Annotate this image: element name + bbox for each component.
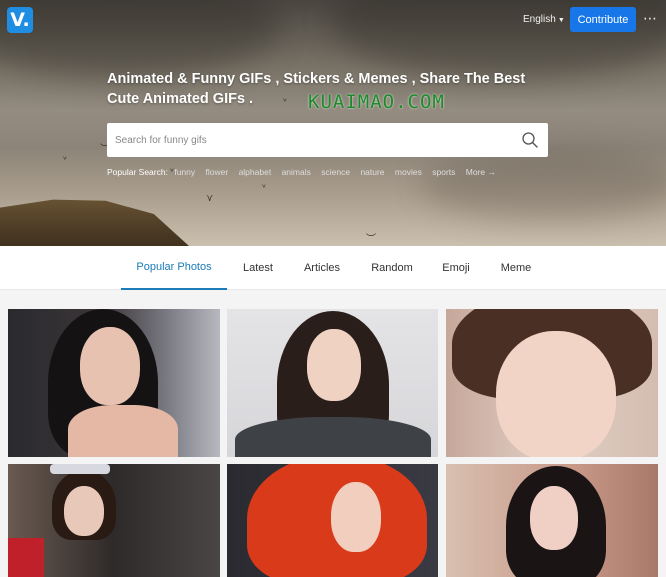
hero-cloud (0, 0, 280, 80)
tab-popular-photos[interactable]: Popular Photos (121, 246, 227, 290)
language-selector[interactable]: English ▼ (523, 14, 565, 25)
more-dots-icon[interactable]: ⋯ (643, 11, 658, 27)
popular-tag-animals[interactable]: animals (282, 167, 311, 177)
popular-more-link[interactable]: More → (466, 167, 496, 177)
popular-search-label: Popular Search: (107, 167, 168, 177)
tab-meme[interactable]: Meme (491, 246, 541, 290)
language-label: English (523, 14, 556, 25)
photo-shoulders (235, 417, 431, 457)
photo-tiara (50, 464, 110, 474)
seagull-icon: ⋎ (206, 193, 214, 204)
search-bar (107, 123, 548, 157)
photo-face (80, 327, 140, 405)
popular-tag-nature[interactable]: nature (360, 167, 384, 177)
popular-search: Popular Search: funny flower alphabet an… (107, 167, 504, 177)
photo-shoulders (68, 405, 178, 457)
photo-thumbnail[interactable] (8, 309, 220, 457)
v-logo-icon[interactable]: V. (7, 7, 33, 33)
popular-tag-funny[interactable]: funny (174, 167, 195, 177)
watermark: KUAIMAO.COM (308, 91, 445, 113)
seagull-icon: ︶ (366, 234, 376, 245)
seagull-icon: ᵛ (63, 155, 68, 166)
photo-face (307, 329, 361, 401)
photo-thumbnail[interactable] (446, 464, 658, 577)
hero-cloud (420, 150, 666, 220)
search-input[interactable] (107, 123, 521, 157)
photo-grid (0, 290, 666, 577)
photo-face (530, 486, 578, 550)
caret-down-icon: ▼ (557, 17, 565, 24)
tab-random[interactable]: Random (363, 246, 421, 290)
hero-banner: ︶ ᵛ ⋎ ᵛ ︶ ᵛ ᵛ V. English ▼ Contribute ⋯ A… (0, 0, 666, 246)
popular-tag-flower[interactable]: flower (206, 167, 229, 177)
contribute-button[interactable]: Contribute (570, 7, 636, 32)
tab-latest[interactable]: Latest (235, 246, 281, 290)
tab-articles[interactable]: Articles (294, 246, 350, 290)
photo-face (496, 331, 616, 457)
photo-thumbnail[interactable] (227, 464, 438, 577)
seagull-icon: ᵛ (262, 183, 267, 194)
photo-thumbnail[interactable] (446, 309, 658, 457)
photo-thumbnail[interactable] (227, 309, 438, 457)
cliff-landscape (0, 199, 200, 246)
photo-face (331, 482, 381, 552)
photo-thumbnail[interactable] (8, 464, 220, 577)
popular-tag-alphabet[interactable]: alphabet (239, 167, 272, 177)
popular-tag-movies[interactable]: movies (395, 167, 422, 177)
category-tabs: Popular Photos Latest Articles Random Em… (0, 246, 666, 290)
search-icon[interactable] (521, 131, 539, 149)
photo-face (64, 486, 104, 536)
logo-text: V. (10, 8, 30, 31)
photo-dress (8, 538, 44, 577)
popular-tag-sports[interactable]: sports (432, 167, 455, 177)
tab-emoji[interactable]: Emoji (434, 246, 478, 290)
popular-tag-science[interactable]: science (321, 167, 350, 177)
